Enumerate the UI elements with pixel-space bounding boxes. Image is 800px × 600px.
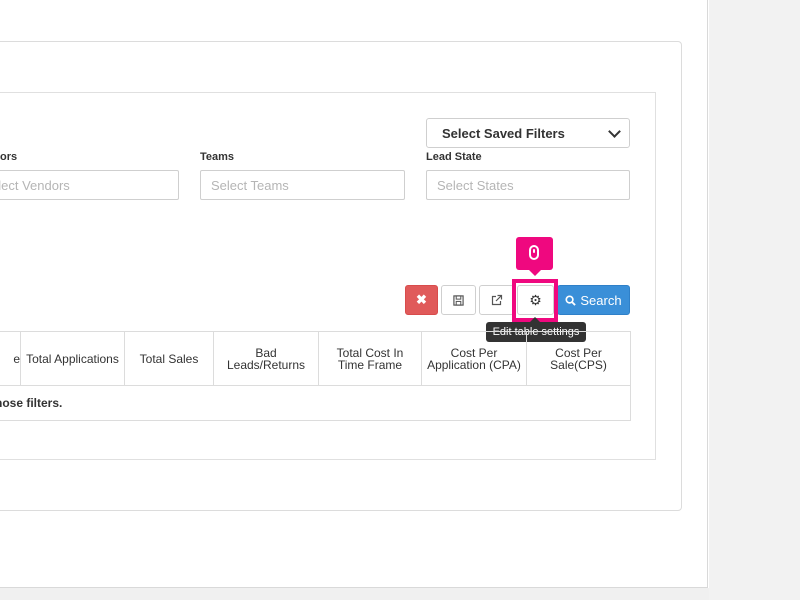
lead-state-select[interactable]: Select States — [426, 170, 630, 200]
column-header[interactable]: Total Cost In Time Frame — [318, 331, 422, 386]
lead-state-label: Lead State — [426, 151, 482, 163]
teams-select[interactable]: Select Teams — [200, 170, 405, 200]
mouse-icon — [529, 245, 539, 260]
teams-placeholder: Select Teams — [211, 177, 289, 193]
column-header[interactable]: Total Applications — [20, 331, 125, 386]
clear-filters-button[interactable]: ✖ — [405, 285, 438, 315]
export-button[interactable] — [479, 285, 514, 315]
vendors-label: ors — [0, 151, 18, 163]
column-header[interactable]: Cost Per Application (CPA) — [421, 331, 527, 386]
vendors-placeholder: elect Vendors — [0, 177, 70, 193]
chevron-down-icon — [608, 124, 621, 138]
table-header-row: e Total Applications Total Sales Bad Lea… — [0, 331, 631, 386]
report-table: e Total Applications Total Sales Bad Lea… — [0, 331, 631, 421]
click-marker — [516, 237, 553, 276]
search-button-label: Search — [580, 292, 622, 308]
teams-label: Teams — [200, 151, 235, 163]
column-header[interactable]: e — [0, 331, 21, 386]
column-header[interactable]: Bad Leads/Returns — [213, 331, 319, 386]
vendors-select[interactable]: elect Vendors — [0, 170, 179, 200]
lead-state-placeholder: Select States — [437, 177, 514, 193]
saved-filters-select[interactable]: Select Saved Filters — [426, 118, 630, 148]
external-link-icon — [491, 294, 502, 306]
table-row: those filters. — [0, 385, 631, 421]
column-header[interactable]: Total Sales — [124, 331, 214, 386]
save-icon — [453, 294, 464, 306]
column-header[interactable]: Cost Per Sale(CPS) — [526, 331, 631, 386]
click-highlight — [512, 279, 558, 322]
empty-table-message: those filters. — [0, 385, 631, 421]
save-filters-button[interactable] — [441, 285, 476, 315]
search-icon — [565, 294, 577, 306]
times-icon: ✖ — [416, 292, 427, 307]
search-button[interactable]: Search — [557, 285, 630, 315]
saved-filters-label: Select Saved Filters — [442, 125, 565, 141]
horizontal-scrollbar[interactable] — [0, 588, 709, 600]
right-gutter — [709, 0, 800, 600]
